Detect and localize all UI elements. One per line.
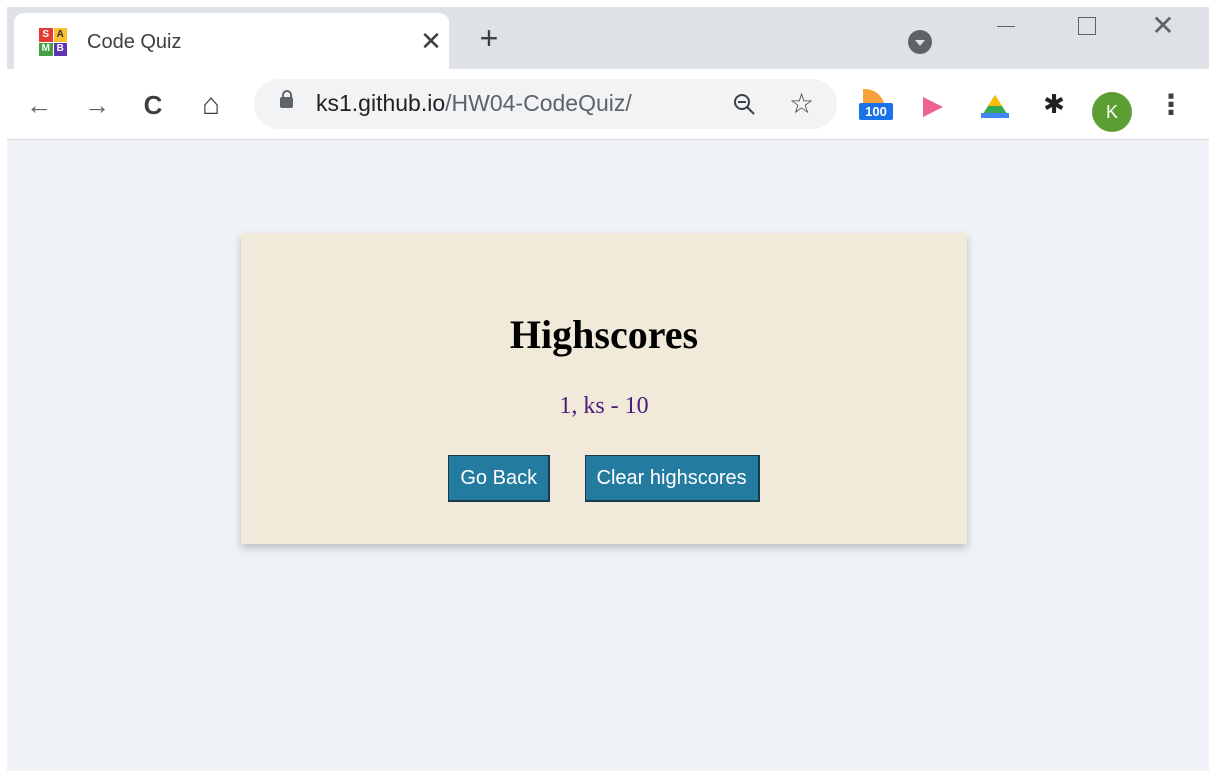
rss-feed-extension-icon[interactable]: 100	[859, 89, 893, 123]
more-menu-icon[interactable]: ⋮	[1157, 91, 1185, 119]
maximize-button[interactable]	[1066, 13, 1106, 43]
tab-strip: S A M B Code Quiz ✕ + ✕	[7, 7, 1209, 69]
button-row: Go Back Clear highscores	[241, 455, 967, 502]
zoom-out-icon[interactable]	[732, 92, 756, 116]
highscores-card: Highscores 1, ks - 10 Go Back Clear high…	[241, 233, 967, 544]
drive-extension-icon[interactable]	[979, 89, 1013, 123]
browser-toolbar: ← → C ⌂ ks1.github.io/HW04-CodeQuiz/ ☆ 1…	[7, 69, 1209, 140]
plus-icon[interactable]: +	[475, 22, 503, 54]
minimize-button[interactable]	[986, 13, 1026, 43]
tab-search-icon[interactable]	[908, 30, 932, 54]
puzzle-icon[interactable]: ✱	[1037, 89, 1071, 123]
reload-icon[interactable]: C	[139, 91, 167, 119]
go-back-button[interactable]: Go Back	[448, 455, 551, 502]
forward-arrow-icon[interactable]: →	[83, 91, 111, 119]
feed-badge: 100	[859, 103, 893, 120]
tab-title: Code Quiz	[87, 31, 182, 53]
score-entry: 1, ks - 10	[559, 393, 649, 419]
address-bar[interactable]: ks1.github.io/HW04-CodeQuiz/ ☆	[254, 79, 837, 129]
page-title: Highscores	[509, 312, 699, 357]
window-close-button[interactable]: ✕	[1143, 12, 1183, 43]
url-text[interactable]: ks1.github.io/HW04-CodeQuiz/	[316, 90, 632, 117]
lock-icon[interactable]	[280, 90, 293, 108]
page-viewport: Highscores 1, ks - 10 Go Back Clear high…	[7, 140, 1209, 771]
close-icon[interactable]: ✕	[417, 27, 445, 55]
clear-highscores-button[interactable]: Clear highscores	[584, 455, 760, 502]
back-arrow-icon[interactable]: ←	[25, 91, 53, 119]
favicon-icon: S A M B	[39, 28, 67, 56]
tab-code-quiz[interactable]: S A M B Code Quiz ✕	[14, 13, 449, 69]
home-icon[interactable]: ⌂	[197, 90, 225, 120]
browser-window: S A M B Code Quiz ✕ + ✕ ← → C ⌂ ks1.gith…	[7, 7, 1209, 771]
video-extension-icon[interactable]	[919, 89, 953, 123]
avatar[interactable]: K	[1092, 92, 1132, 132]
star-icon[interactable]: ☆	[789, 87, 814, 120]
